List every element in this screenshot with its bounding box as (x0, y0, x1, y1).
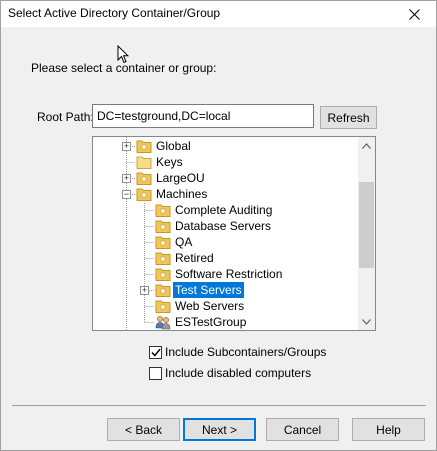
tree-item-label: Global (156, 139, 191, 153)
tree-item-label: LargeOU (156, 171, 205, 185)
tree-item-label: Machines (156, 187, 208, 201)
tree-item-database-servers[interactable]: Database Servers (93, 218, 359, 234)
root-path-label: Root Path: (37, 110, 94, 124)
folder-icon (155, 204, 171, 217)
expand-icon[interactable]: + (122, 174, 131, 183)
collapse-icon[interactable]: − (122, 190, 131, 199)
tree-item-qa[interactable]: QA (93, 234, 359, 250)
folder-icon (155, 268, 171, 281)
cancel-button[interactable]: Cancel (266, 418, 339, 441)
next-button[interactable]: Next > (183, 418, 256, 441)
folder-icon (155, 220, 171, 233)
include-subcontainers-checkbox[interactable]: Include Subcontainers/Groups (149, 345, 326, 359)
chevron-up-icon (362, 142, 371, 149)
checkbox-box[interactable] (149, 345, 162, 359)
title-bar: Select Active Directory Container/Group (1, 1, 436, 27)
chevron-down-icon (362, 318, 371, 325)
tree-item-label: Test Servers (173, 282, 244, 298)
scroll-down-button[interactable] (358, 313, 375, 330)
tree-item-retired[interactable]: Retired (93, 250, 359, 266)
scroll-up-button[interactable] (358, 137, 375, 154)
folder-icon (136, 140, 152, 153)
tree-item-software-restriction[interactable]: Software Restriction (93, 266, 359, 282)
close-button[interactable] (392, 1, 436, 27)
folder-icon (136, 156, 152, 169)
tree-item-estestgroup[interactable]: ESTestGroup (93, 314, 359, 330)
refresh-button[interactable]: Refresh (320, 106, 377, 129)
tree-scrollbar[interactable] (358, 137, 375, 330)
scroll-thumb[interactable] (359, 182, 374, 268)
checkmark-icon (150, 348, 161, 357)
tree-item-label: Web Servers (175, 299, 245, 313)
checkbox-label: Include Subcontainers/Groups (165, 345, 327, 359)
window-title: Select Active Directory Container/Group (8, 6, 221, 20)
expand-icon[interactable]: + (122, 142, 131, 151)
folder-icon (136, 172, 152, 185)
folder-icon (155, 236, 171, 249)
tree-item-complete-auditing[interactable]: Complete Auditing (93, 202, 359, 218)
tree-item-label: Database Servers (175, 219, 272, 233)
tree-item-global[interactable]: + Global (93, 138, 359, 154)
expand-icon[interactable]: + (140, 286, 149, 295)
back-button[interactable]: < Back (107, 418, 180, 441)
folder-icon (155, 252, 171, 265)
instruction-text: Please select a container or group: (31, 61, 217, 75)
folder-icon (155, 300, 171, 313)
tree-item-label: Keys (156, 155, 183, 169)
root-path-input[interactable] (92, 104, 314, 128)
container-tree[interactable]: + Global Keys + LargeOU − Machines Compl… (92, 136, 376, 331)
tree-item-label: Software Restriction (175, 267, 283, 281)
include-disabled-checkbox[interactable]: Include disabled computers (149, 366, 311, 380)
tree-item-label: ESTestGroup (175, 315, 247, 329)
tree-item-web-servers[interactable]: Web Servers (93, 298, 359, 314)
tree-item-label: Complete Auditing (175, 203, 273, 217)
help-button[interactable]: Help (352, 418, 425, 441)
checkbox-label: Include disabled computers (165, 366, 312, 380)
dialog-window: Select Active Directory Container/Group … (0, 0, 437, 451)
folder-icon (155, 284, 171, 297)
tree-item-test-servers[interactable]: + Test Servers (93, 282, 359, 298)
separator (12, 405, 426, 406)
tree-item-machines[interactable]: − Machines (93, 186, 359, 202)
tree-item-largeou[interactable]: + LargeOU (93, 170, 359, 186)
close-icon (408, 8, 420, 20)
group-icon (155, 316, 171, 330)
tree-item-keys[interactable]: Keys (93, 154, 359, 170)
checkbox-box[interactable] (149, 366, 162, 380)
tree-item-label: QA (175, 235, 193, 249)
tree-item-label: Retired (175, 251, 214, 265)
folder-icon (136, 188, 152, 201)
